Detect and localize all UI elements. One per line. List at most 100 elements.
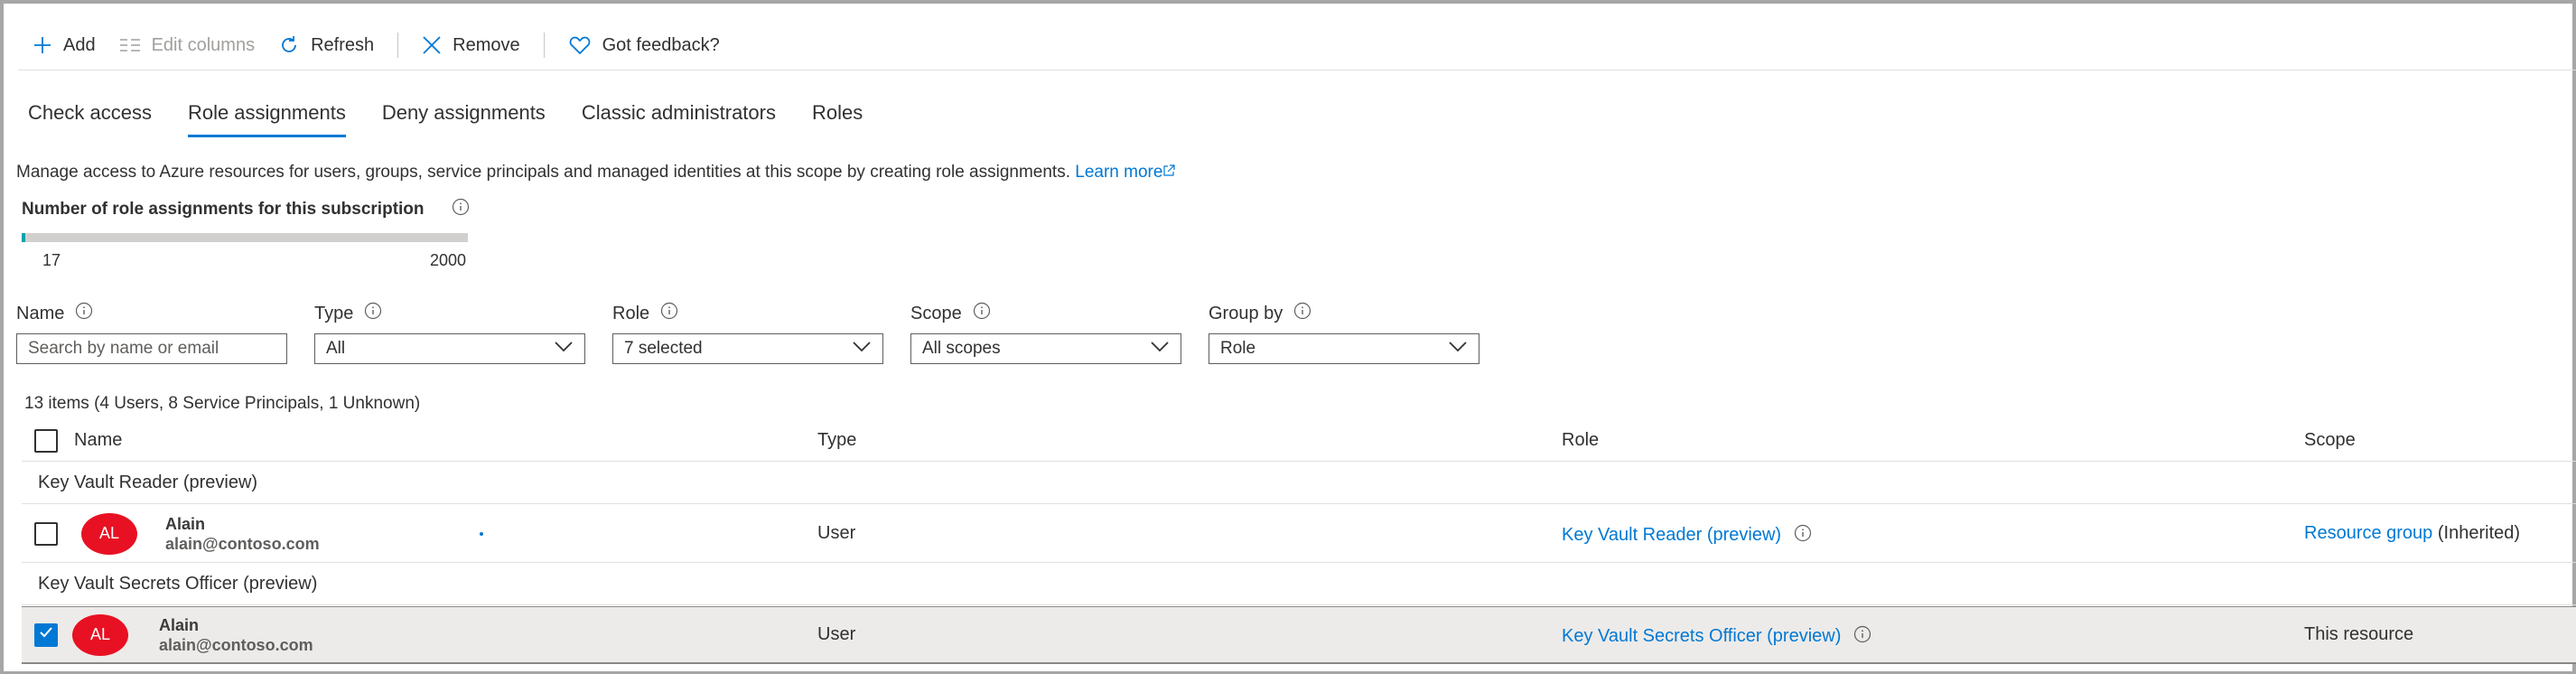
group-by-dropdown[interactable]: Role bbox=[1209, 333, 1479, 364]
row-checkbox[interactable] bbox=[34, 521, 58, 546]
principal-type: User bbox=[817, 523, 856, 543]
role-filter-label: Role bbox=[612, 303, 650, 323]
column-header-type[interactable]: Type bbox=[817, 420, 856, 461]
quota-title-text: Number of role assignments for this subs… bbox=[22, 200, 425, 219]
info-icon[interactable] bbox=[75, 302, 93, 325]
dot-marker bbox=[480, 531, 483, 536]
feedback-label: Got feedback? bbox=[602, 34, 720, 55]
toolbar-divider bbox=[543, 33, 545, 58]
quota-current: 17 bbox=[42, 251, 61, 269]
column-header-name[interactable]: Name bbox=[74, 420, 122, 461]
external-link-icon bbox=[1162, 163, 1176, 182]
remove-button[interactable]: Remove bbox=[422, 34, 520, 56]
info-icon[interactable] bbox=[1293, 302, 1311, 325]
quota-max: 2000 bbox=[430, 251, 467, 269]
column-header-role[interactable]: Role bbox=[1562, 420, 1599, 461]
role-filter: Role 7 selected bbox=[612, 302, 883, 364]
name-filter: Name bbox=[16, 302, 287, 364]
feedback-button[interactable]: Got feedback? bbox=[568, 35, 720, 56]
principal-info: Alain alain@contoso.com bbox=[159, 615, 313, 655]
name-filter-label: Name bbox=[16, 303, 65, 323]
column-header-scope[interactable]: Scope bbox=[2304, 420, 2356, 461]
plus-icon bbox=[33, 35, 52, 55]
scope-dropdown[interactable]: All scopes bbox=[910, 333, 1181, 364]
quota-title: Number of role assignments for this subs… bbox=[22, 198, 470, 221]
tab-check-access[interactable]: Check access bbox=[28, 101, 152, 137]
role-link[interactable]: Key Vault Secrets Officer (preview) bbox=[1562, 626, 1841, 647]
chevron-down-icon bbox=[1150, 339, 1170, 359]
principal-type: User bbox=[817, 624, 856, 644]
scope-filter-label: Scope bbox=[910, 303, 962, 323]
edit-columns-button[interactable]: Edit columns bbox=[119, 34, 256, 56]
avatar-initials: AL bbox=[89, 625, 111, 643]
description-text: Manage access to Azure resources for use… bbox=[16, 163, 1070, 182]
avatar: AL bbox=[72, 613, 128, 656]
quota-meter bbox=[22, 233, 468, 242]
tab-role-assignments[interactable]: Role assignments bbox=[187, 101, 346, 137]
tab-roles[interactable]: Roles bbox=[812, 101, 863, 137]
info-icon[interactable] bbox=[364, 302, 382, 325]
refresh-label: Refresh bbox=[311, 34, 375, 55]
group-title: Key Vault Secrets Officer (preview) bbox=[38, 574, 318, 594]
scope-filter: Scope All scopes bbox=[910, 302, 1181, 364]
group-title: Key Vault Reader (preview) bbox=[38, 473, 258, 492]
principal-email: alain@contoso.com bbox=[165, 534, 320, 553]
remove-label: Remove bbox=[453, 34, 520, 55]
table-row[interactable]: AL Alain alain@contoso.com User Key Vaul… bbox=[22, 505, 2576, 563]
type-dropdown[interactable]: All bbox=[314, 333, 585, 364]
scope-link[interactable]: Resource group bbox=[2304, 523, 2432, 544]
learn-more-link[interactable]: Learn more bbox=[1075, 163, 1176, 182]
group-by-filter-label: Group by bbox=[1209, 303, 1283, 323]
role-link[interactable]: Key Vault Reader (preview) bbox=[1562, 525, 1781, 546]
quota-meter-fill bbox=[22, 233, 26, 242]
refresh-button[interactable]: Refresh bbox=[278, 34, 374, 56]
info-icon[interactable] bbox=[660, 302, 678, 325]
tab-deny-assignments[interactable]: Deny assignments bbox=[382, 101, 546, 137]
edit-columns-label: Edit columns bbox=[151, 34, 256, 55]
item-count: 13 items (4 Users, 8 Service Principals,… bbox=[24, 394, 421, 413]
principal-name: Alain bbox=[159, 615, 200, 634]
name-search-box bbox=[16, 333, 287, 364]
info-icon[interactable] bbox=[1853, 625, 1871, 649]
group-by-filter: Group by Role bbox=[1209, 302, 1479, 364]
page-description: Manage access to Azure resources for use… bbox=[16, 163, 1176, 183]
info-icon[interactable] bbox=[973, 302, 991, 325]
info-icon[interactable] bbox=[452, 198, 470, 221]
info-icon[interactable] bbox=[1794, 524, 1812, 548]
refresh-icon bbox=[278, 34, 300, 56]
close-icon bbox=[422, 35, 442, 55]
type-filter-label: Type bbox=[314, 303, 354, 323]
principal-name: Alain bbox=[165, 514, 206, 533]
chevron-down-icon bbox=[1448, 339, 1468, 359]
tab-bar: Check access Role assignments Deny assig… bbox=[28, 101, 899, 137]
search-input[interactable] bbox=[28, 339, 275, 359]
scope-inherited-label: (Inherited) bbox=[2437, 523, 2521, 543]
table-row-selected[interactable]: AL Alain alain@contoso.com User Key Vaul… bbox=[22, 606, 2576, 664]
avatar-initials: AL bbox=[98, 524, 120, 542]
columns-icon bbox=[119, 36, 141, 54]
group-header[interactable]: Key Vault Reader (preview) bbox=[22, 463, 2576, 504]
avatar: AL bbox=[81, 512, 137, 555]
type-dropdown-value: All bbox=[326, 339, 346, 358]
toolbar-divider bbox=[397, 33, 399, 58]
principal-info: Alain alain@contoso.com bbox=[165, 514, 320, 554]
row-checkbox[interactable] bbox=[34, 623, 58, 647]
role-dropdown[interactable]: 7 selected bbox=[612, 333, 883, 364]
chevron-down-icon bbox=[554, 339, 574, 359]
heart-icon bbox=[568, 35, 592, 55]
tab-classic-administrators[interactable]: Classic administrators bbox=[582, 101, 776, 137]
command-bar: Add Edit columns Refresh Remove Got feed… bbox=[33, 27, 743, 63]
learn-more-label: Learn more bbox=[1075, 163, 1163, 182]
group-header[interactable]: Key Vault Secrets Officer (preview) bbox=[22, 564, 2576, 605]
principal-email: alain@contoso.com bbox=[159, 635, 313, 654]
chevron-down-icon bbox=[852, 339, 872, 359]
group-by-dropdown-value: Role bbox=[1220, 339, 1256, 358]
role-dropdown-value: 7 selected bbox=[624, 339, 703, 358]
grid-header: Name Type Role Scope bbox=[22, 420, 2576, 462]
add-button[interactable]: Add bbox=[33, 35, 96, 56]
scope-text: This resource bbox=[2304, 624, 2414, 644]
select-all-checkbox[interactable] bbox=[34, 428, 58, 453]
checkmark-icon bbox=[38, 624, 54, 646]
scope-dropdown-value: All scopes bbox=[922, 339, 1001, 358]
add-label: Add bbox=[63, 34, 96, 55]
